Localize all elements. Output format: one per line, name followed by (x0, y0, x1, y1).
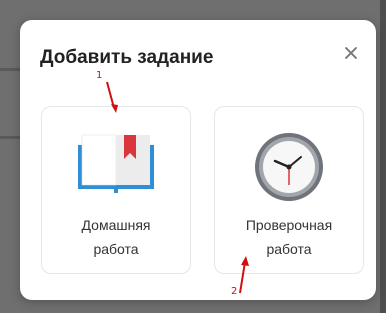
annotation-arrow-2 (239, 261, 246, 294)
annotation-arrowhead-2 (241, 256, 249, 266)
annotation-arrow-1 (106, 81, 115, 109)
annotation-arrowhead-1 (111, 104, 118, 113)
annotation-arrows (106, 81, 249, 294)
